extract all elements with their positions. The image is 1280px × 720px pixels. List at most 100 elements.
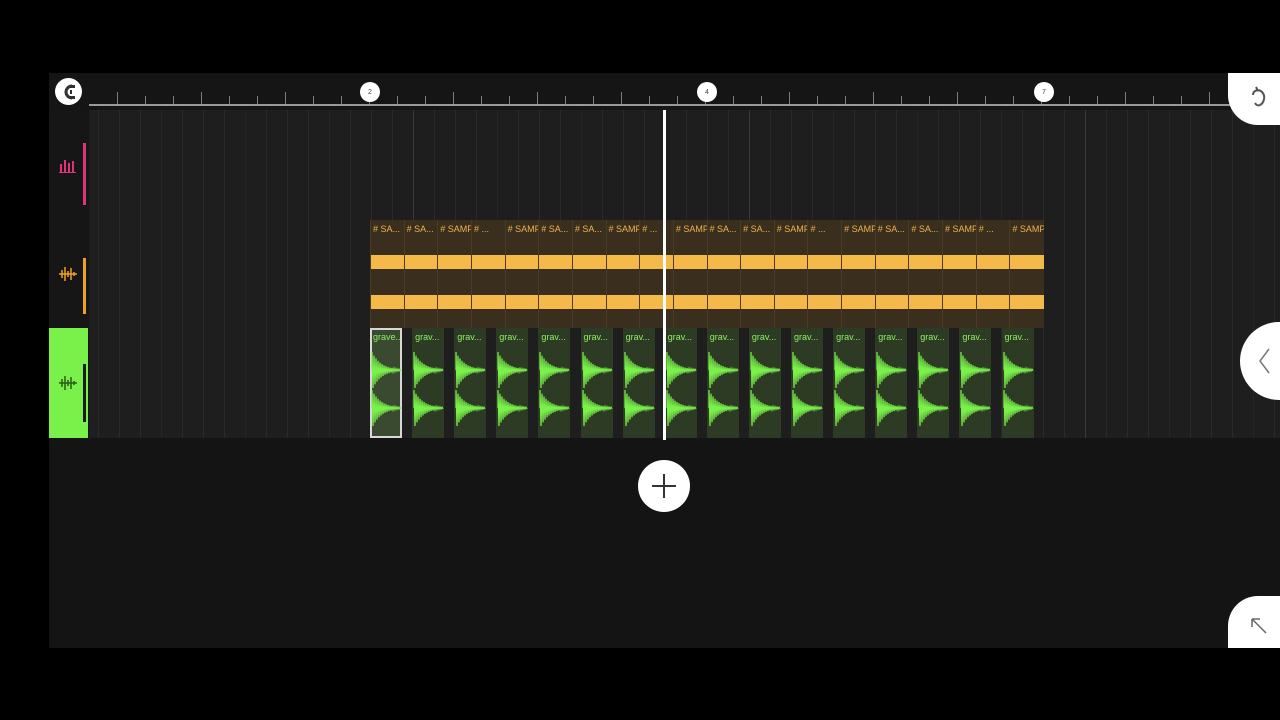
drum-waveform: [750, 351, 781, 427]
arrow-expand-icon: [1251, 618, 1267, 634]
sample-clip[interactable]: # SAMP...: [841, 220, 876, 328]
drum-waveform: [918, 351, 949, 427]
waveform-band: [774, 295, 809, 309]
drum-clip-selected[interactable]: grave...: [370, 328, 402, 438]
bars-icon: [59, 160, 76, 173]
clip-label: # SA...: [911, 224, 939, 234]
grid-line: [182, 328, 183, 438]
waveform-path: [834, 351, 865, 427]
sample-clip[interactable]: # ...: [975, 220, 1011, 328]
grid-line: [1253, 110, 1254, 220]
grid-line: [1064, 110, 1065, 220]
waveform-band: [741, 255, 775, 269]
grid-line: [1190, 220, 1191, 328]
grid-line: [224, 110, 225, 220]
waveform-path: [1002, 351, 1034, 427]
clip-label: grav...: [878, 332, 903, 342]
sample-clip[interactable]: # SA...: [706, 220, 742, 328]
sample-clip[interactable]: # SA...: [538, 220, 573, 328]
ruler-tick: [1125, 92, 1126, 104]
grid-line: [1148, 220, 1149, 328]
grid-line: [1169, 110, 1170, 220]
snap-button[interactable]: [55, 78, 82, 105]
drum-clip[interactable]: grav...: [833, 328, 866, 438]
ruler-tick: [257, 96, 258, 104]
grid-line: [287, 328, 288, 438]
track-header-automation[interactable]: [49, 110, 88, 220]
waveform-path: [708, 351, 739, 427]
waveform-band: [438, 295, 472, 309]
drum-clip[interactable]: grav...: [1001, 328, 1034, 438]
grid-line: [518, 110, 519, 220]
bar-marker-4[interactable]: 4: [697, 82, 717, 102]
sample-clip[interactable]: # SA...: [370, 220, 405, 328]
clip-label: grav...: [499, 332, 524, 342]
drum-clip[interactable]: grav...: [496, 328, 529, 438]
grid-line: [686, 110, 687, 220]
ruler-tick: [173, 96, 174, 104]
playhead[interactable]: [663, 110, 666, 440]
drum-waveform: [792, 351, 823, 427]
clip-label: # SA...: [709, 224, 737, 234]
drum-clip[interactable]: grav...: [622, 328, 655, 438]
drum-clip[interactable]: grav...: [959, 328, 992, 438]
grid-line: [203, 110, 204, 220]
sample-clip[interactable]: # SA...: [403, 220, 439, 328]
bar-marker-2[interactable]: 2: [360, 82, 380, 102]
sample-clip[interactable]: # SAMP...: [605, 220, 641, 328]
grid-line: [1043, 328, 1044, 438]
lane-sample[interactable]: # SA...# SA...# SAMP...# ...# SAMP...# S…: [89, 220, 1280, 328]
lane-drum[interactable]: grave... grav... grav... grav... grav... grav…: [89, 328, 1280, 438]
drum-clip[interactable]: grav...: [748, 328, 781, 438]
sample-clip[interactable]: # SAMP...: [504, 220, 540, 328]
chevron-left-icon: [1259, 348, 1270, 374]
drum-waveform: [623, 351, 655, 427]
drum-clip[interactable]: grav...: [917, 328, 950, 438]
magnet-snap-icon: [64, 84, 75, 99]
grid-line: [434, 110, 435, 220]
sample-clip[interactable]: # SA...: [740, 220, 775, 328]
sample-clip[interactable]: # SAMP...: [1009, 220, 1044, 328]
sample-clip[interactable]: # SAMP...: [672, 220, 708, 328]
clip-label: # SA...: [406, 224, 434, 234]
drum-clip[interactable]: grav...: [412, 328, 445, 438]
clip-label: grave...: [373, 332, 402, 342]
grid-line: [1064, 220, 1065, 328]
sample-clip[interactable]: # SAMP...: [942, 220, 977, 328]
sample-clip[interactable]: # SA...: [908, 220, 944, 328]
drum-clip[interactable]: grav...: [875, 328, 908, 438]
grid-line: [1001, 110, 1002, 220]
waveform-band: [673, 255, 708, 269]
bar-marker-7[interactable]: 7: [1034, 82, 1054, 102]
sample-clip[interactable]: # ...: [639, 220, 674, 328]
waveform-band: [539, 255, 573, 269]
sample-clip[interactable]: # SAMP...: [773, 220, 809, 328]
drum-waveform: [539, 351, 570, 427]
sample-clip[interactable]: # ...: [470, 220, 506, 328]
lane-automation[interactable]: [89, 110, 1280, 220]
sample-clip[interactable]: # SA...: [571, 220, 607, 328]
timeline-ruler[interactable]: 2 4 7: [49, 73, 1280, 110]
grid-line: [728, 110, 729, 220]
waveform-icon: [59, 376, 77, 390]
waveform-path: [792, 351, 823, 427]
drum-waveform: [960, 351, 991, 427]
sample-clip[interactable]: # SA...: [874, 220, 910, 328]
sample-clip[interactable]: # ...: [807, 220, 843, 328]
add-track-button[interactable]: [638, 460, 690, 512]
clip-label: grav...: [415, 332, 440, 342]
waveform-band: [572, 295, 607, 309]
drum-clip[interactable]: grav...: [664, 328, 697, 438]
track-header-drum[interactable]: [49, 328, 88, 438]
grid-line: [854, 110, 855, 220]
grid-line: [833, 110, 834, 220]
drum-clip[interactable]: grav...: [454, 328, 487, 438]
drum-clip[interactable]: grav...: [580, 328, 613, 438]
expand-view-button[interactable]: [1228, 596, 1280, 648]
sample-clip[interactable]: # SAMP...: [437, 220, 472, 328]
drum-clip[interactable]: grav...: [538, 328, 571, 438]
clip-label: grav...: [751, 332, 777, 342]
drum-clip[interactable]: grav...: [706, 328, 739, 438]
drum-clip[interactable]: grav...: [791, 328, 823, 438]
track-header-sample[interactable]: [49, 220, 88, 328]
